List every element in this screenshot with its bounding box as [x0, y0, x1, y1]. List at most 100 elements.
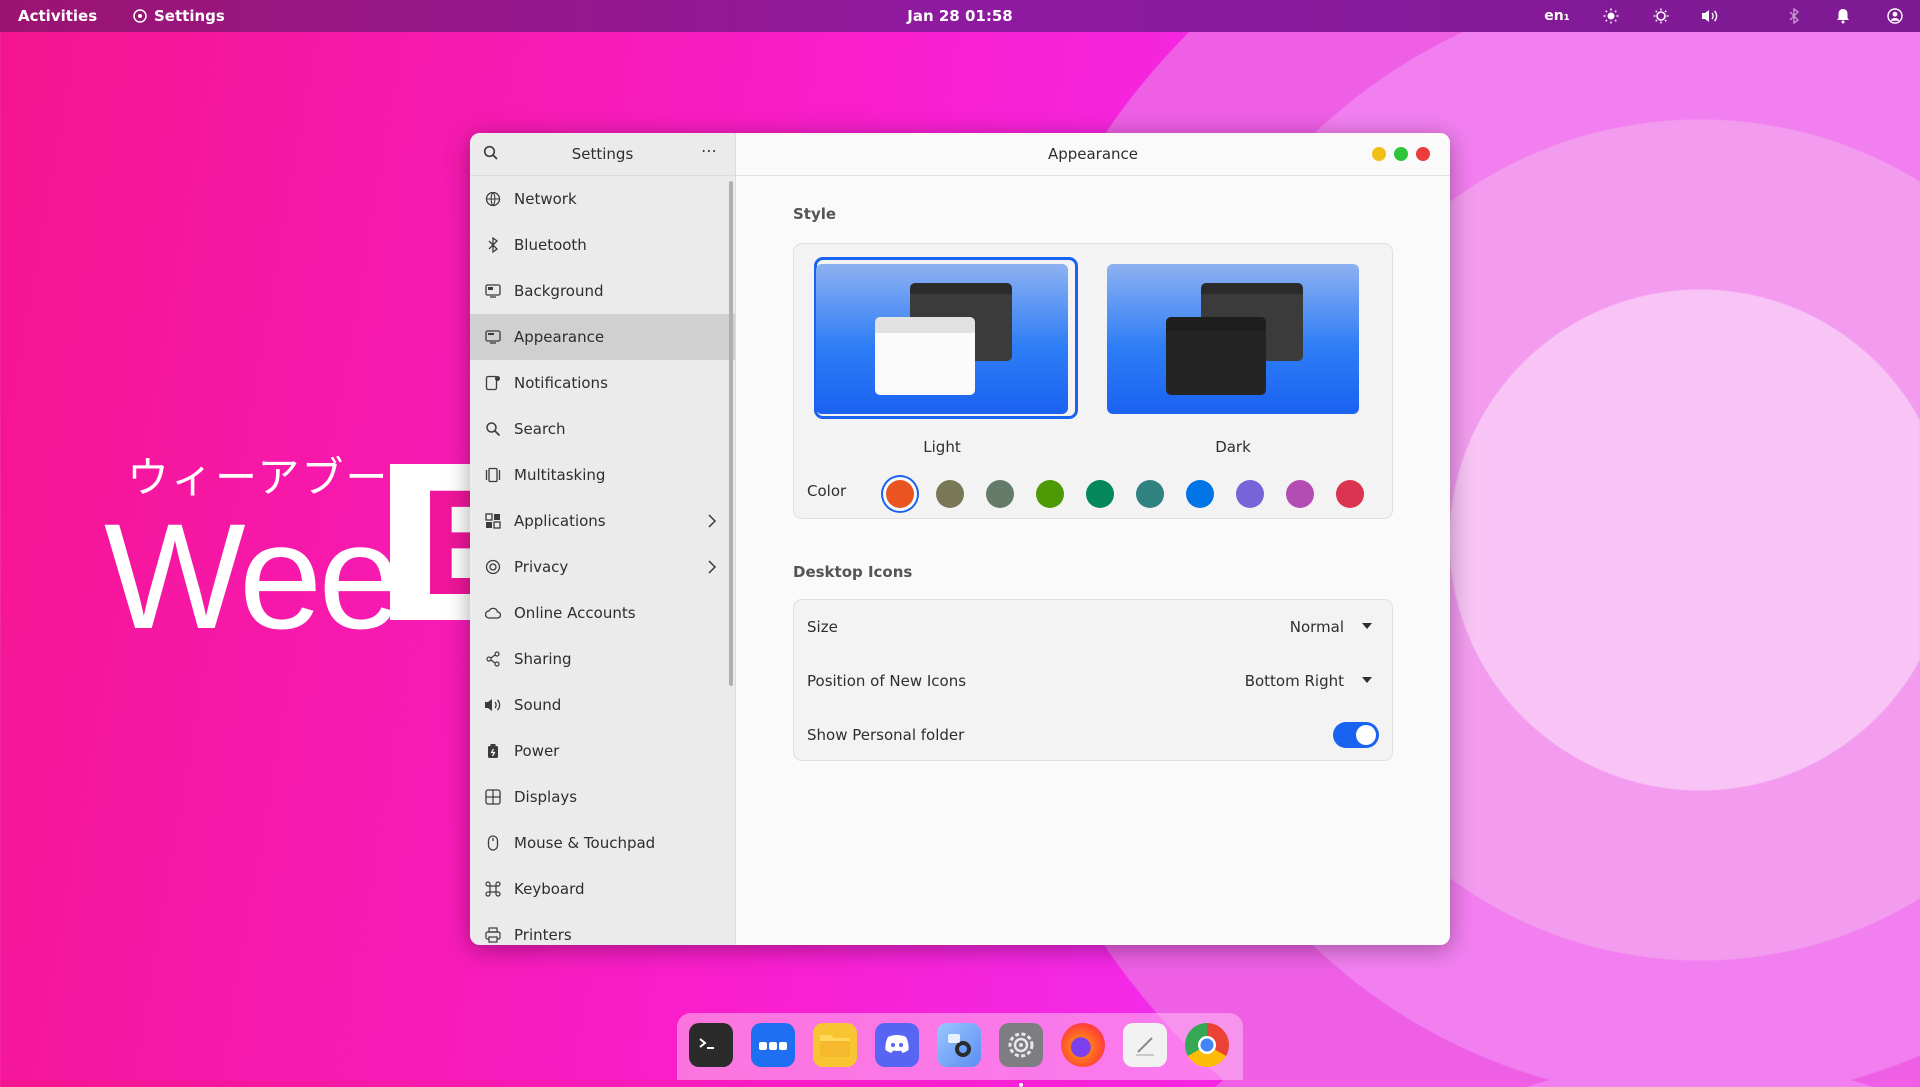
color-swatch[interactable]	[936, 480, 964, 508]
notification-bell-icon[interactable]	[1830, 0, 1856, 32]
style-section-title: Style	[793, 205, 837, 223]
sidebar-scrollbar[interactable]	[729, 181, 733, 686]
icon-size-dropdown[interactable]: Normal	[1290, 600, 1344, 654]
sidebar-item-label: Network	[514, 190, 577, 208]
icon-size-label: Size	[807, 618, 838, 636]
screenshot-icon[interactable]	[937, 1023, 981, 1067]
sidebar-item-label: Privacy	[514, 558, 569, 576]
sidebar-item-notifications[interactable]: Notifications	[470, 360, 735, 406]
color-swatch[interactable]	[1336, 480, 1364, 508]
volume-icon[interactable]	[1697, 0, 1723, 32]
sidebar-item-power[interactable]: Power	[470, 728, 735, 774]
wallpaper-b-block: B	[390, 464, 480, 620]
sidebar-item-printers[interactable]: Printers	[470, 912, 735, 945]
appearance-icon	[484, 328, 502, 346]
color-swatch[interactable]	[1136, 480, 1164, 508]
toggle-knob	[1356, 725, 1376, 745]
sidebar-header: Settings ⋯	[470, 133, 735, 176]
color-swatch[interactable]	[1236, 480, 1264, 508]
settings-app-icon[interactable]	[999, 1023, 1043, 1087]
desktop-icons-section-title: Desktop Icons	[793, 563, 913, 581]
firefox-icon[interactable]	[1061, 1023, 1105, 1067]
sidebar-item-background[interactable]: Background	[470, 268, 735, 314]
files-icon[interactable]	[813, 1023, 857, 1067]
sidebar-title: Settings	[571, 145, 634, 163]
wallpaper-wee-text: Wee	[104, 492, 402, 660]
activities-button[interactable]: Activities	[18, 0, 97, 32]
keyboard-icon	[484, 880, 502, 898]
sidebar-item-label: Appearance	[514, 328, 605, 346]
sidebar-item-label: Power	[514, 742, 560, 760]
clock[interactable]: Jan 28 01:58	[907, 7, 1012, 25]
terminal-icon[interactable]	[689, 1023, 733, 1067]
color-swatch[interactable]	[1286, 480, 1314, 508]
sidebar-item-label: Search	[514, 420, 566, 438]
page-title: Appearance	[1047, 145, 1139, 163]
sidebar-item-displays[interactable]: Displays	[470, 774, 735, 820]
icon-position-row[interactable]: Position of New Icons Bottom Right	[794, 654, 1392, 708]
icon-size-row[interactable]: Size Normal	[794, 600, 1392, 654]
sidebar-item-search[interactable]: Search	[470, 406, 735, 452]
bluetooth-icon	[484, 236, 502, 254]
minimize-button[interactable]	[1372, 147, 1386, 161]
sidebar-item-label: Mouse & Touchpad	[514, 834, 656, 852]
sidebar-item-applications[interactable]: Applications	[470, 498, 735, 544]
sidebar-item-label: Background	[514, 282, 604, 300]
app-menu-button[interactable]: Settings	[132, 0, 225, 32]
search-icon	[484, 420, 502, 438]
more-options-icon[interactable]: ⋯	[699, 141, 719, 165]
sidebar-item-multitasking[interactable]: Multitasking	[470, 452, 735, 498]
sidebar-item-sound[interactable]: Sound	[470, 682, 735, 728]
desktop-icons-card: Size Normal Position of New Icons Bottom…	[793, 599, 1393, 761]
clock-container: Jan 28 01:58	[0, 0, 1920, 32]
color-swatch[interactable]	[1186, 480, 1214, 508]
icon-position-dropdown[interactable]: Bottom Right	[1245, 654, 1344, 708]
text-editor-icon[interactable]	[1123, 1023, 1167, 1067]
running-indicator	[1019, 1083, 1023, 1087]
sidebar-item-label: Online Accounts	[514, 604, 636, 622]
sidebar-item-mouse-touchpad[interactable]: Mouse & Touchpad	[470, 820, 735, 866]
color-swatch[interactable]	[886, 480, 914, 508]
sidebar-nav-list: Network Bluetooth Background Appearance Noti…	[470, 176, 735, 945]
color-swatch[interactable]	[1036, 480, 1064, 508]
notifications-icon	[484, 374, 502, 392]
sidebar-item-label: Keyboard	[514, 880, 585, 898]
sidebar-item-privacy[interactable]: Privacy	[470, 544, 735, 590]
sidebar-item-label: Bluetooth	[514, 236, 587, 254]
printer-icon	[484, 926, 502, 944]
brightness-icon[interactable]	[1598, 0, 1624, 32]
dark-style-option[interactable]	[1107, 264, 1359, 414]
night-light-icon[interactable]	[1648, 0, 1674, 32]
sidebar: Settings ⋯ Network Bluetooth Background App…	[470, 133, 736, 945]
sidebar-item-network[interactable]: Network	[470, 176, 735, 222]
chrome-icon[interactable]	[1185, 1023, 1229, 1067]
personal-folder-toggle[interactable]	[1333, 722, 1379, 748]
sidebar-item-label: Applications	[514, 512, 606, 530]
close-button[interactable]	[1416, 147, 1430, 161]
sidebar-item-keyboard[interactable]: Keyboard	[470, 866, 735, 912]
color-swatch[interactable]	[986, 480, 1014, 508]
discord-icon[interactable]	[875, 1023, 919, 1067]
sidebar-item-online-accounts[interactable]: Online Accounts	[470, 590, 735, 636]
personal-folder-label: Show Personal folder	[807, 726, 965, 744]
sidebar-item-sharing[interactable]: Sharing	[470, 636, 735, 682]
maximize-button[interactable]	[1394, 147, 1408, 161]
appearance-panel: Appearance Style Light Dark Color Deskto…	[736, 133, 1450, 945]
privacy-icon	[484, 558, 502, 576]
sidebar-item-appearance[interactable]: Appearance	[470, 314, 735, 360]
user-menu-icon[interactable]	[1882, 0, 1908, 32]
cloud-icon	[484, 604, 502, 622]
input-method-indicator[interactable]: en₁	[1542, 0, 1572, 32]
light-style-option[interactable]	[816, 264, 1068, 414]
app-grid-icon[interactable]	[751, 1023, 795, 1067]
sidebar-item-bluetooth[interactable]: Bluetooth	[470, 222, 735, 268]
sidebar-item-label: Sound	[514, 696, 562, 714]
chevron-right-icon	[707, 513, 717, 529]
speaker-icon	[484, 696, 502, 714]
dock	[677, 1013, 1243, 1087]
color-swatch[interactable]	[1086, 480, 1114, 508]
bluetooth-status-icon[interactable]	[1781, 0, 1807, 32]
chevron-right-icon	[707, 559, 717, 575]
settings-window: Settings ⋯ Network Bluetooth Background App…	[470, 133, 1450, 945]
top-bar: Activities Settings Jan 28 01:58 en₁	[0, 0, 1920, 32]
